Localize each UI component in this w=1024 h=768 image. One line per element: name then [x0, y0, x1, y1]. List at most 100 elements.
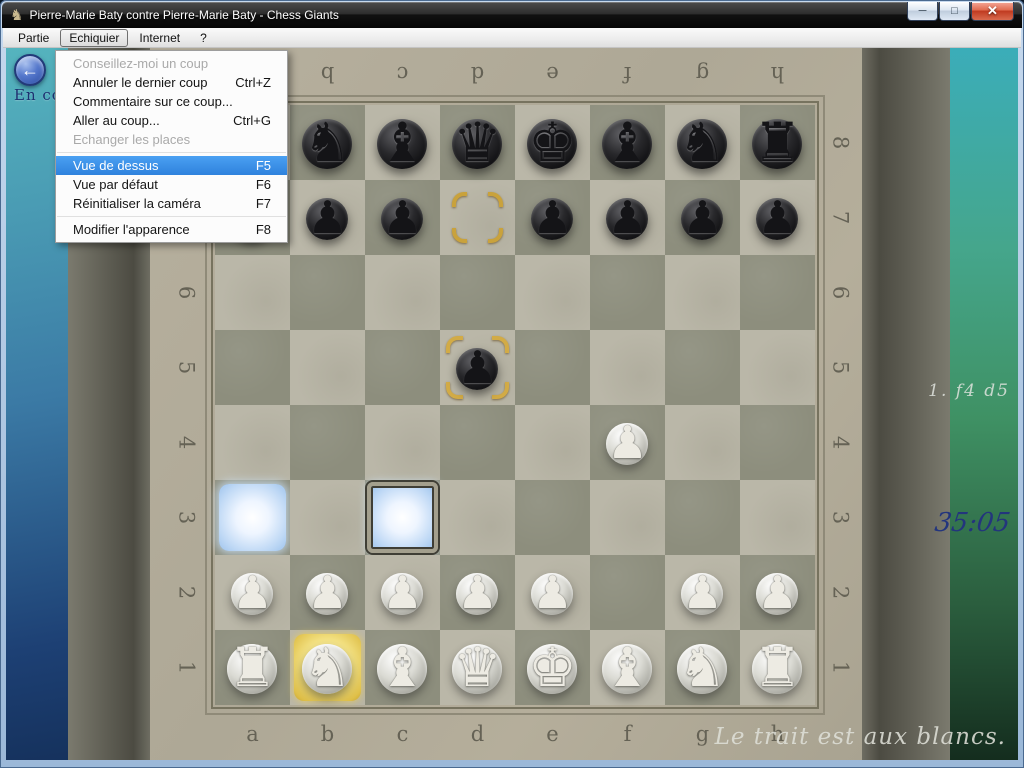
- piece-black-pawn-f7[interactable]: ♟: [590, 180, 665, 255]
- menu-item-annuler-le-dernier-coup[interactable]: Annuler le dernier coupCtrl+Z: [56, 73, 287, 92]
- menubar-item-internet[interactable]: Internet: [130, 29, 189, 47]
- highlight-move-blue-a3: [219, 484, 286, 551]
- square-c5[interactable]: [365, 330, 440, 405]
- square-e4[interactable]: [515, 405, 590, 480]
- menu-item-vue-par-d-faut[interactable]: Vue par défaut F6: [56, 175, 287, 194]
- pawn-icon: ♟: [457, 570, 497, 615]
- square-b6[interactable]: [290, 255, 365, 330]
- menu-item-commentaire-sur-ce-coup[interactable]: Commentaire sur ce coup...: [56, 92, 287, 111]
- menubar-item-?[interactable]: ?: [191, 29, 216, 47]
- piece-white-rook-a1[interactable]: ♜: [215, 630, 290, 705]
- square-b4[interactable]: [290, 405, 365, 480]
- square-h3[interactable]: [740, 480, 815, 555]
- piece-black-knight-b8[interactable]: ♞: [290, 105, 365, 180]
- pawn-icon: ♟: [532, 195, 572, 240]
- square-c4[interactable]: [365, 405, 440, 480]
- menu-item-shortcut: F6: [256, 177, 271, 192]
- square-e6[interactable]: [515, 255, 590, 330]
- pawn-icon: ♟: [607, 195, 647, 240]
- piece-white-pawn-f4[interactable]: ♟: [590, 405, 665, 480]
- piece-white-pawn-e2[interactable]: ♟: [515, 555, 590, 630]
- pawn-icon: ♟: [457, 345, 497, 390]
- piece-black-queen-d8[interactable]: ♛: [440, 105, 515, 180]
- square-c6[interactable]: [365, 255, 440, 330]
- menu-item-label: Vue par défaut: [73, 177, 158, 192]
- piece-white-pawn-a2[interactable]: ♟: [215, 555, 290, 630]
- square-g5[interactable]: [665, 330, 740, 405]
- square-d6[interactable]: [440, 255, 515, 330]
- square-c3[interactable]: [365, 480, 440, 555]
- square-e5[interactable]: [515, 330, 590, 405]
- piece-white-king-e1[interactable]: ♚: [515, 630, 590, 705]
- square-d7[interactable]: [440, 180, 515, 255]
- king-icon: ♚: [528, 116, 576, 170]
- back-button[interactable]: ←: [14, 54, 46, 86]
- piece-white-pawn-d2[interactable]: ♟: [440, 555, 515, 630]
- square-g6[interactable]: [665, 255, 740, 330]
- menu-item-shortcut: Ctrl+Z: [235, 75, 271, 90]
- square-h4[interactable]: [740, 405, 815, 480]
- piece-white-pawn-c2[interactable]: ♟: [365, 555, 440, 630]
- king-icon: ♚: [528, 641, 576, 695]
- piece-white-rook-h1[interactable]: ♜: [740, 630, 815, 705]
- piece-white-pawn-b2[interactable]: ♟: [290, 555, 365, 630]
- menu-item-label: Commentaire sur ce coup...: [73, 94, 233, 109]
- close-button[interactable]: ✕: [971, 2, 1014, 21]
- piece-black-pawn-e7[interactable]: ♟: [515, 180, 590, 255]
- menu-item-r-initialiser-la-cam-ra[interactable]: Réinitialiser la caméraF7: [56, 194, 287, 213]
- rook-icon: ♜: [753, 116, 801, 170]
- menubar-item-partie[interactable]: Partie: [9, 29, 58, 47]
- knight-icon: ♞: [303, 641, 351, 695]
- piece-black-bishop-f8[interactable]: ♝: [590, 105, 665, 180]
- minimize-button[interactable]: ─: [907, 2, 938, 21]
- bishop-icon: ♝: [378, 641, 426, 695]
- square-g4[interactable]: [665, 405, 740, 480]
- menu-item-shortcut: F8: [256, 222, 271, 237]
- queen-icon: ♛: [453, 641, 501, 695]
- square-h6[interactable]: [740, 255, 815, 330]
- piece-black-king-e8[interactable]: ♚: [515, 105, 590, 180]
- square-d4[interactable]: [440, 405, 515, 480]
- piece-black-pawn-b7[interactable]: ♟: [290, 180, 365, 255]
- square-a4[interactable]: [215, 405, 290, 480]
- piece-black-pawn-g7[interactable]: ♟: [665, 180, 740, 255]
- piece-black-pawn-c7[interactable]: ♟: [365, 180, 440, 255]
- piece-white-knight-b1[interactable]: ♞: [290, 630, 365, 705]
- echiquier-menu-popup: Conseillez-moi un coupAnnuler le dernier…: [55, 50, 288, 243]
- piece-black-knight-g8[interactable]: ♞: [665, 105, 740, 180]
- piece-black-pawn-h7[interactable]: ♟: [740, 180, 815, 255]
- square-b5[interactable]: [290, 330, 365, 405]
- piece-white-knight-g1[interactable]: ♞: [665, 630, 740, 705]
- menu-item-modifier-l-apparence[interactable]: Modifier l'apparenceF8: [56, 220, 287, 239]
- piece-black-pawn-d5[interactable]: ♟: [440, 330, 515, 405]
- piece-white-bishop-f1[interactable]: ♝: [590, 630, 665, 705]
- square-d3[interactable]: [440, 480, 515, 555]
- pawn-icon: ♟: [757, 570, 797, 615]
- piece-white-queen-d1[interactable]: ♛: [440, 630, 515, 705]
- piece-black-rook-h8[interactable]: ♜: [740, 105, 815, 180]
- square-a6[interactable]: [215, 255, 290, 330]
- square-g3[interactable]: [665, 480, 740, 555]
- menu-item-shortcut: F5: [256, 158, 271, 173]
- menu-item-echanger-les-places: Echanger les places: [56, 130, 287, 149]
- menu-item-vue-de-dessus[interactable]: Vue de dessusF5: [56, 156, 287, 175]
- highlight-move-blue-framed-c3: [367, 482, 438, 553]
- square-b3[interactable]: [290, 480, 365, 555]
- square-e3[interactable]: [515, 480, 590, 555]
- piece-black-bishop-c8[interactable]: ♝: [365, 105, 440, 180]
- square-a5[interactable]: [215, 330, 290, 405]
- menu-item-aller-au-coup[interactable]: Aller au coup...Ctrl+G: [56, 111, 287, 130]
- bishop-icon: ♝: [603, 641, 651, 695]
- square-f5[interactable]: [590, 330, 665, 405]
- square-h5[interactable]: [740, 330, 815, 405]
- square-a3[interactable]: [215, 480, 290, 555]
- maximize-button[interactable]: □: [939, 2, 970, 21]
- piece-white-pawn-g2[interactable]: ♟: [665, 555, 740, 630]
- menubar-item-echiquier[interactable]: Echiquier: [60, 29, 128, 47]
- piece-white-bishop-c1[interactable]: ♝: [365, 630, 440, 705]
- piece-white-pawn-h2[interactable]: ♟: [740, 555, 815, 630]
- turn-indicator-text: Le trait est aux blancs.: [715, 724, 1006, 750]
- square-f6[interactable]: [590, 255, 665, 330]
- square-f3[interactable]: [590, 480, 665, 555]
- square-f2[interactable]: [590, 555, 665, 630]
